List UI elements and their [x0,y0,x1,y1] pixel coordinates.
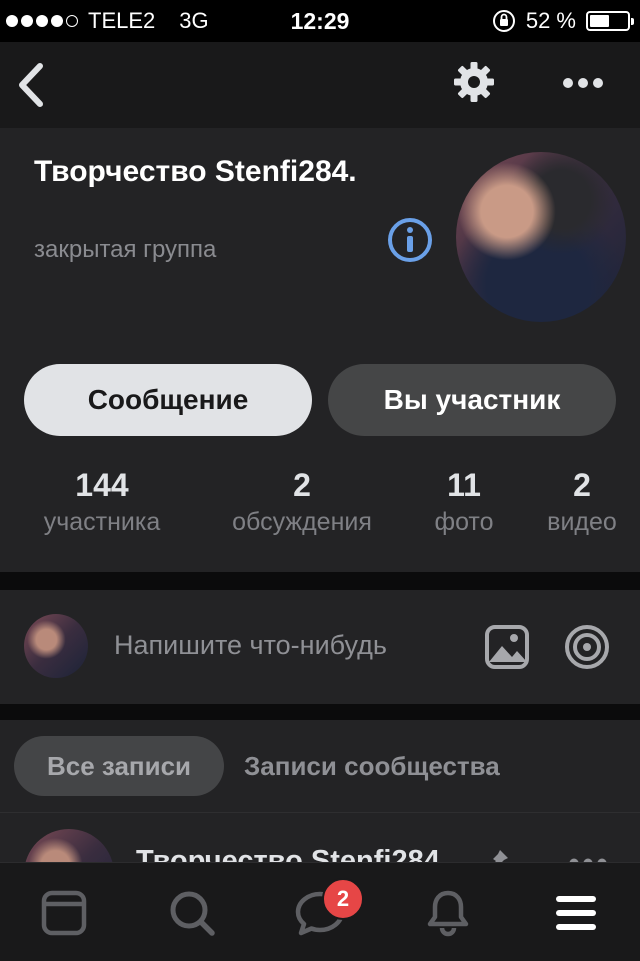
post-composer[interactable]: Напишите что-нибудь [0,590,640,704]
tab-notifications[interactable] [420,885,476,941]
image-icon [485,625,529,669]
back-chevron-icon [19,63,43,107]
post-item[interactable]: Творчество Stenfi284. [0,812,640,863]
section-divider [0,704,640,720]
navigation-bar [0,42,640,128]
tab-news[interactable] [36,885,92,941]
stat-photos[interactable]: 11 фото [418,466,510,540]
user-avatar [24,614,88,678]
stat-label: участника [43,508,161,536]
group-type: закрытая группа [34,236,217,263]
stat-label: обсуждения [232,508,372,536]
stat-value: 144 [75,467,129,503]
more-button[interactable] [562,76,604,94]
pin-icon [493,850,508,863]
back-button[interactable] [14,62,48,113]
message-button[interactable]: Сообщение [24,364,312,436]
stat-members[interactable]: 144 участника [22,466,182,540]
post-author-avatar [24,829,114,863]
tab-community-posts[interactable]: Записи сообщества [244,736,500,796]
group-header: Творчество Stenfi284. закрытая группа Со… [0,128,640,572]
post-author-name: Творчество Stenfi284. [136,845,448,863]
more-dots-icon [563,78,603,88]
stat-label: фото [434,508,494,536]
story-button[interactable] [564,624,610,675]
bottom-tab-bar [0,862,640,961]
news-icon [41,890,87,936]
menu-icon [556,896,596,930]
tab-all-posts[interactable]: Все записи [14,736,224,796]
stat-discussions[interactable]: 2 обсуждения [206,466,398,540]
tab-search[interactable] [164,885,220,941]
info-button[interactable] [386,216,434,269]
battery-icon [586,11,634,31]
bell-icon [427,890,469,937]
stat-value: 11 [447,467,481,503]
stat-videos[interactable]: 2 видео [530,466,634,540]
tab-menu[interactable] [548,885,604,941]
settings-button[interactable] [452,60,496,109]
battery-percent: 52 % [525,8,576,33]
section-divider [0,572,640,590]
status-bar-right: 52 % [492,8,634,34]
stat-value: 2 [293,467,311,503]
messages-badge: 2 [322,878,364,920]
search-icon [170,891,215,936]
orientation-lock-icon [492,10,515,32]
attach-photo-button[interactable] [484,624,530,675]
feed-filter-tabs: Все записи Записи сообщества [0,720,640,812]
status-bar: TELE2 3G 12:29 52 % [0,0,640,42]
member-button[interactable]: Вы участник [328,364,616,436]
group-stats: 144 участника 2 обсуждения 11 фото 2 вид… [0,466,640,546]
gear-icon [454,62,494,102]
target-icon [565,625,609,669]
stat-label: видео [547,508,617,536]
compose-placeholder[interactable]: Напишите что-нибудь [114,630,387,661]
info-icon [388,218,432,262]
group-avatar[interactable] [456,152,626,322]
group-title: Творчество Stenfi284. [34,155,357,188]
stat-value: 2 [573,467,591,503]
